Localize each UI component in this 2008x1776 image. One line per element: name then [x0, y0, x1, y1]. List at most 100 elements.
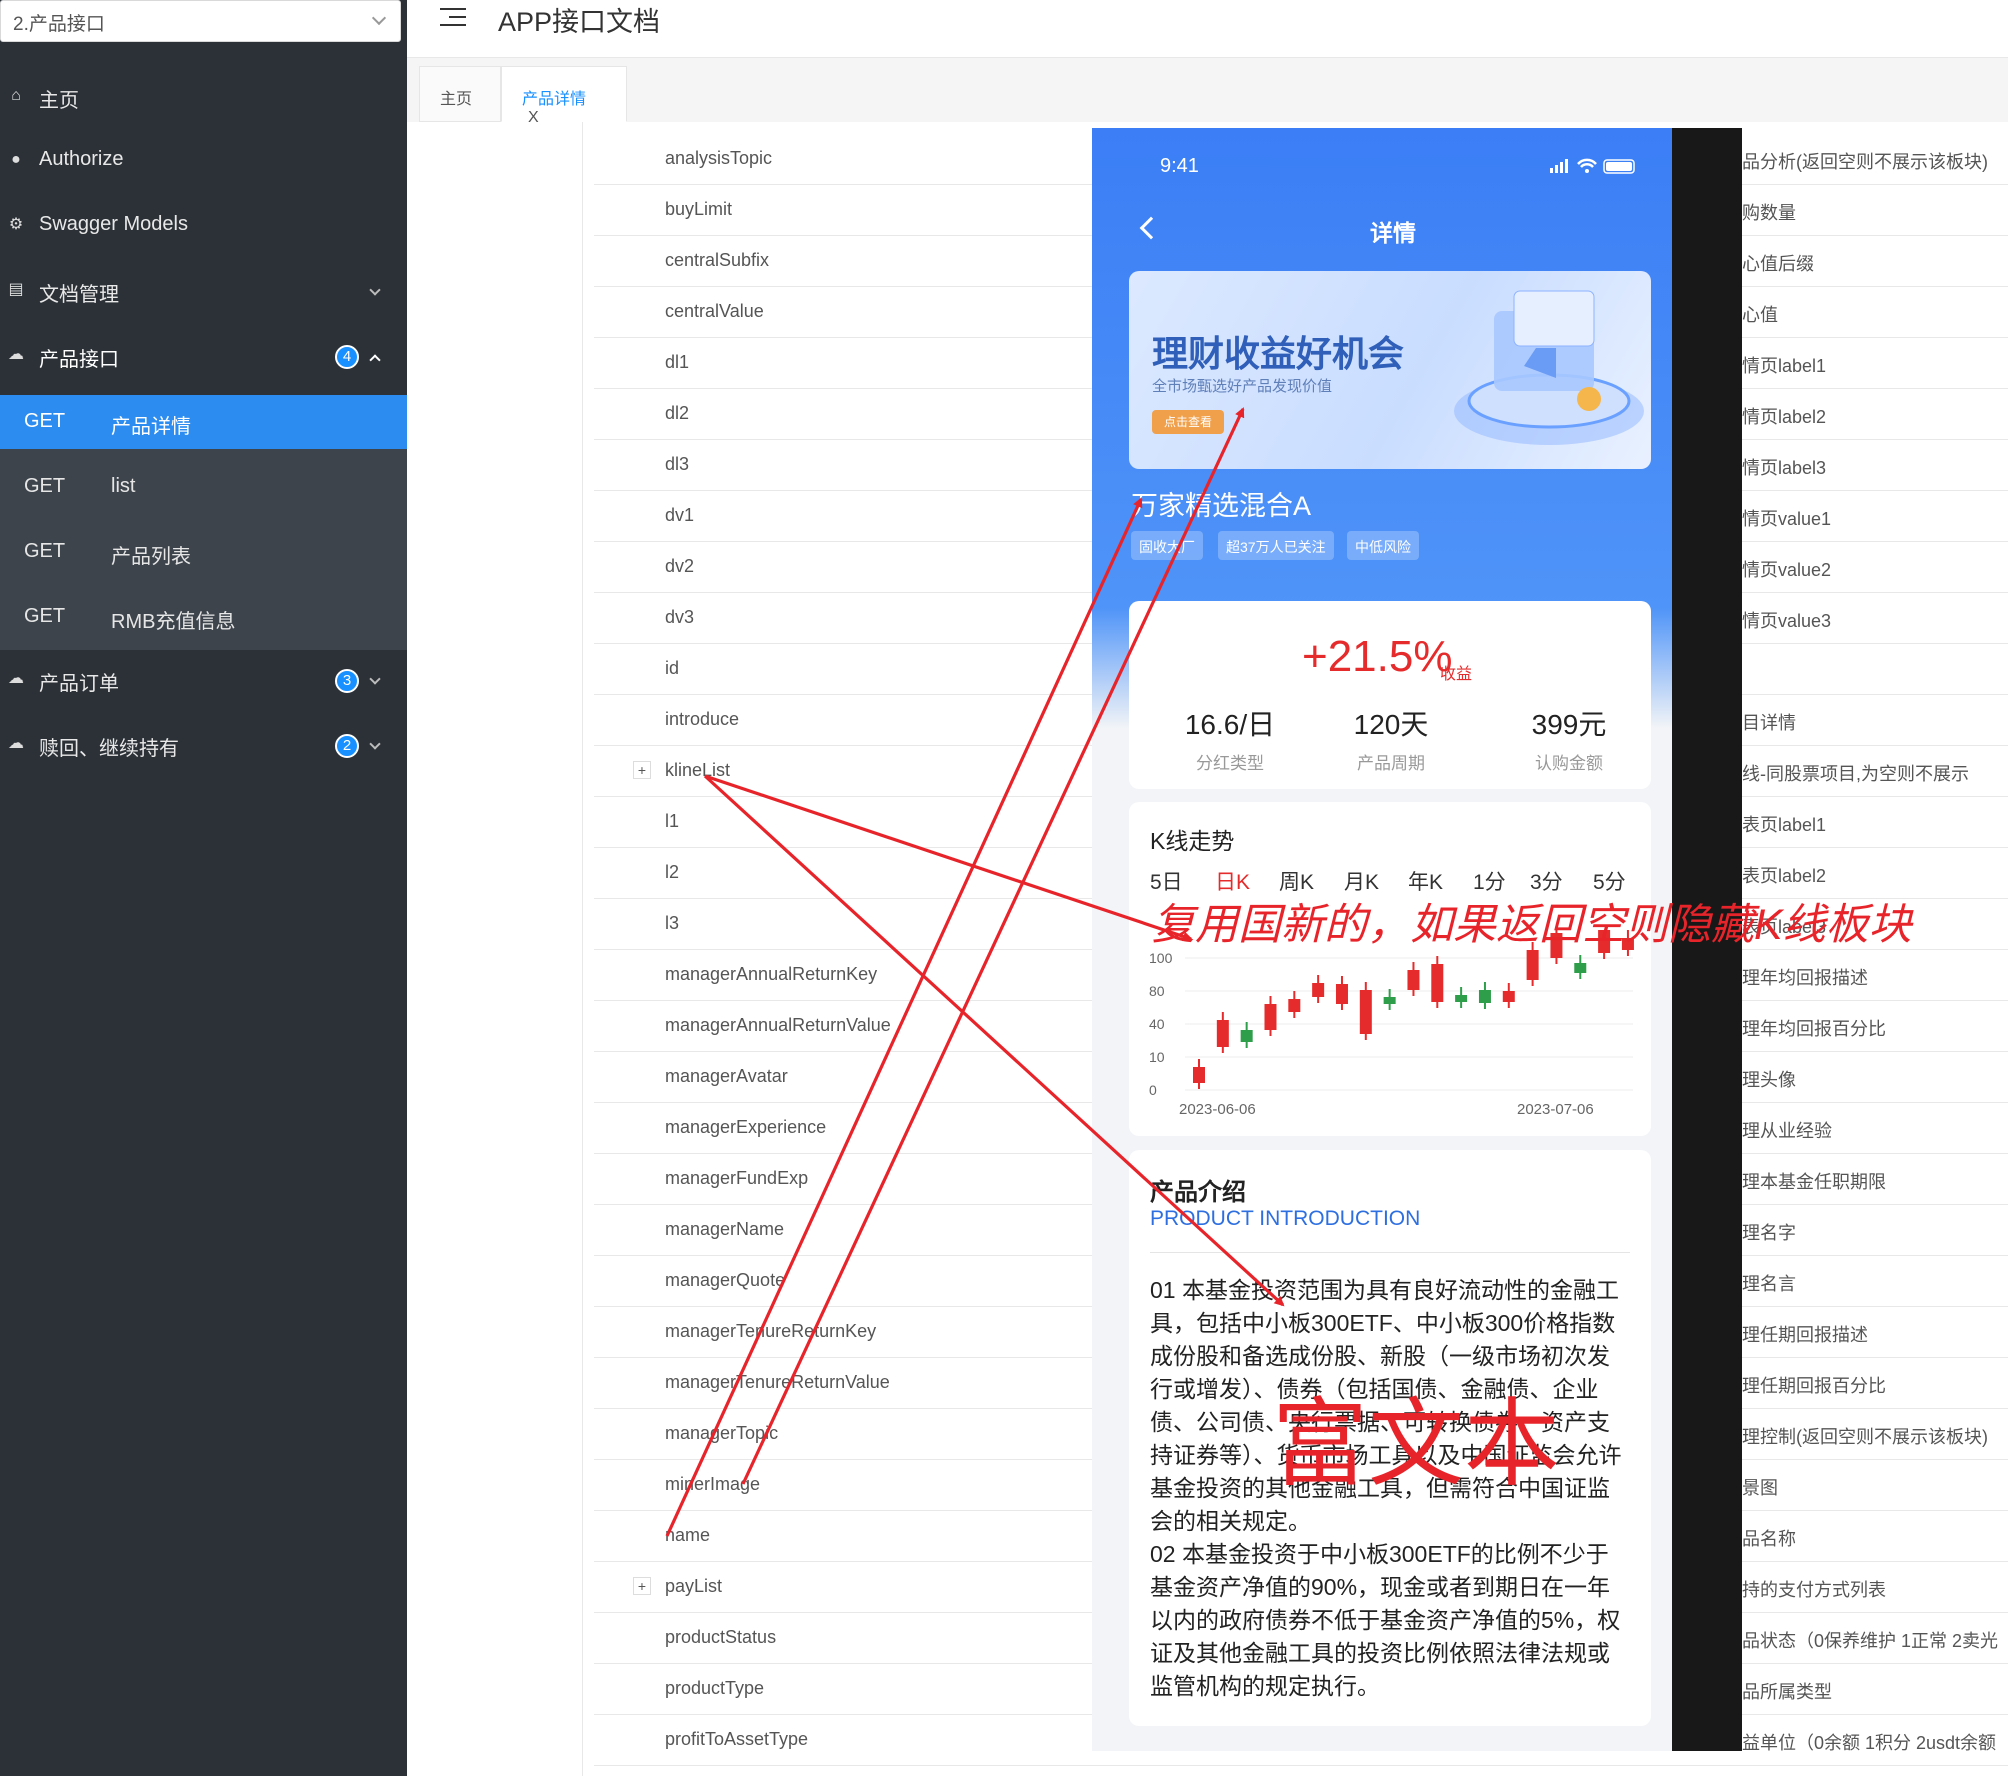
field-description: 表页label1 — [1742, 815, 1827, 835]
stat-label: 认购金额 — [1535, 754, 1603, 773]
fund-tag: 超37万人已关注 — [1218, 531, 1334, 560]
field-name: managerAnnualReturnKey — [665, 964, 878, 984]
sidebar-item-product-api[interactable]: ☁ 产品接口 4 — [0, 325, 407, 389]
stat-amount: 399元 认购金额 — [1484, 703, 1654, 774]
field-name: analysisTopic — [665, 148, 773, 168]
stat-period: 120天 产品周期 — [1306, 703, 1476, 774]
sidebar-item-authorize[interactable]: ● Authorize — [0, 130, 407, 194]
api-item-list[interactable]: GET list — [0, 460, 407, 514]
y-tick-label: 100 — [1149, 950, 1173, 966]
sidebar-item-label: 文档管理 — [39, 284, 119, 306]
field-name: l2 — [665, 862, 680, 882]
return-value: +21.5% — [1302, 632, 1453, 681]
field-description: 情页label3 — [1742, 458, 1827, 478]
page-title: APP接口文档 — [498, 7, 661, 37]
api-name: 产品详情 — [111, 416, 191, 438]
field-description: 理年均回报描述 — [1742, 968, 1868, 988]
candle — [1502, 991, 1515, 1002]
candle — [1216, 1020, 1229, 1047]
cloud-icon: ☁ — [8, 670, 24, 687]
sidebar-item-redeem[interactable]: ☁ 赎回、继续持有 2 — [0, 714, 407, 778]
field-description: 心值 — [1742, 305, 1778, 325]
field-description: 心值后缀 — [1742, 254, 1814, 274]
candle — [1526, 950, 1539, 980]
sidebar-item-label: 产品订单 — [39, 673, 119, 695]
status-icons — [1550, 158, 1635, 174]
field-name: managerName — [665, 1219, 785, 1239]
field-name: centralSubfix — [665, 250, 770, 270]
y-tick-label: 0 — [1149, 1082, 1157, 1098]
menu-toggle-icon[interactable] — [440, 6, 466, 28]
sidebar-item-swagger-models[interactable]: ⚙ Swagger Models — [0, 195, 407, 259]
field-description: 品名称 — [1742, 1529, 1796, 1549]
y-tick-label: 80 — [1149, 983, 1165, 999]
field-name: dl1 — [665, 352, 690, 372]
sidebar-item-doc-manage[interactable]: ▤ 文档管理 — [0, 260, 407, 324]
banner-subtitle: 全市场甄选好产品发现价值 — [1152, 378, 1333, 395]
lock-icon: ● — [11, 151, 21, 168]
banner-title: 理财收益好机会 — [1152, 333, 1405, 374]
sidebar-item-home[interactable]: ⌂ 主页 — [0, 66, 407, 130]
api-item-product-list[interactable]: GET 产品列表 — [0, 525, 407, 579]
expand-icon[interactable]: + — [633, 761, 651, 779]
field-name: managerFundExp — [665, 1168, 809, 1188]
api-item-product-detail[interactable]: GET 产品详情 — [0, 395, 407, 449]
group-select-value: 2.产品接口 — [13, 14, 105, 35]
field-name: managerQuote — [665, 1270, 786, 1290]
field-description: 目详情 — [1742, 713, 1796, 733]
x-tick-label: 2023-07-06 — [1517, 1101, 1594, 1118]
sidebar-item-label: Authorize — [39, 148, 124, 170]
candle — [1478, 990, 1491, 1003]
api-name: 产品列表 — [111, 546, 191, 568]
chevron-down-icon — [369, 673, 381, 685]
tab-product-detail[interactable]: 产品详情 X — [501, 66, 627, 126]
candle — [1312, 983, 1325, 997]
tab-bar: 主页 产品详情 X — [407, 58, 2008, 126]
submenu: GET 产品详情 GET list GET 产品列表 GET RMB充值信息 — [0, 395, 407, 650]
candle — [1431, 964, 1444, 1002]
kline-title: K线走势 — [1150, 828, 1235, 854]
gear-icon: ⚙ — [8, 216, 24, 233]
candle — [1407, 970, 1420, 990]
kline-annotation: 复用国新的，如果返回空则隐藏K线板块 — [1152, 901, 1912, 949]
x-tick-label: 2023-06-06 — [1179, 1101, 1256, 1118]
field-description: 购数量 — [1742, 203, 1796, 223]
count-badge: 3 — [335, 669, 359, 693]
stat-value: 16.6/日 — [1184, 709, 1276, 740]
intro-subtitle: PRODUCT INTRODUCTION — [1150, 1207, 1421, 1230]
sidebar-item-label: 主页 — [39, 90, 79, 112]
candle — [1264, 1004, 1277, 1030]
home-icon: ⌂ — [11, 87, 21, 104]
http-method: GET — [24, 475, 66, 497]
field-description: 情页value2 — [1742, 560, 1832, 580]
field-description: 线-同股票项目,为空则不展示 — [1742, 764, 1969, 784]
field-description: 理任期回报描述 — [1742, 1325, 1868, 1345]
stat-value: 399元 — [1531, 709, 1607, 740]
sidebar-item-label: Swagger Models — [39, 213, 188, 235]
field-description: 理名言 — [1742, 1274, 1796, 1294]
field-description: 理控制(返回空则不展示该板块) — [1742, 1427, 1988, 1447]
tab-home[interactable]: 主页 — [419, 66, 501, 122]
stat-label: 产品周期 — [1357, 754, 1425, 773]
field-description: 理头像 — [1742, 1070, 1796, 1090]
field-description: 品所属类型 — [1742, 1682, 1832, 1702]
expand-icon[interactable]: + — [633, 1577, 651, 1595]
candle — [1574, 963, 1587, 973]
return-suffix: 收益 — [1440, 666, 1473, 683]
fund-name: 万家精选混合A — [1131, 491, 1312, 521]
api-item-rmb-recharge[interactable]: GET RMB充值信息 — [0, 590, 407, 644]
candle — [1240, 1030, 1253, 1042]
http-method: GET — [24, 410, 66, 432]
stat-label: 分红类型 — [1196, 754, 1264, 773]
field-name: l3 — [665, 913, 680, 933]
group-select[interactable]: 2.产品接口 — [0, 0, 401, 42]
field-name: dv3 — [665, 607, 695, 627]
y-tick-label: 10 — [1149, 1049, 1165, 1065]
sidebar-item-product-order[interactable]: ☁ 产品订单 3 — [0, 649, 407, 713]
candle — [1455, 995, 1468, 1002]
field-description: 理任期回报百分比 — [1742, 1376, 1886, 1396]
banner-button[interactable]: 点击查看 — [1152, 410, 1224, 434]
candle — [1193, 1067, 1205, 1083]
field-name: minerImage — [665, 1474, 761, 1494]
field-description: 理名字 — [1742, 1223, 1796, 1243]
